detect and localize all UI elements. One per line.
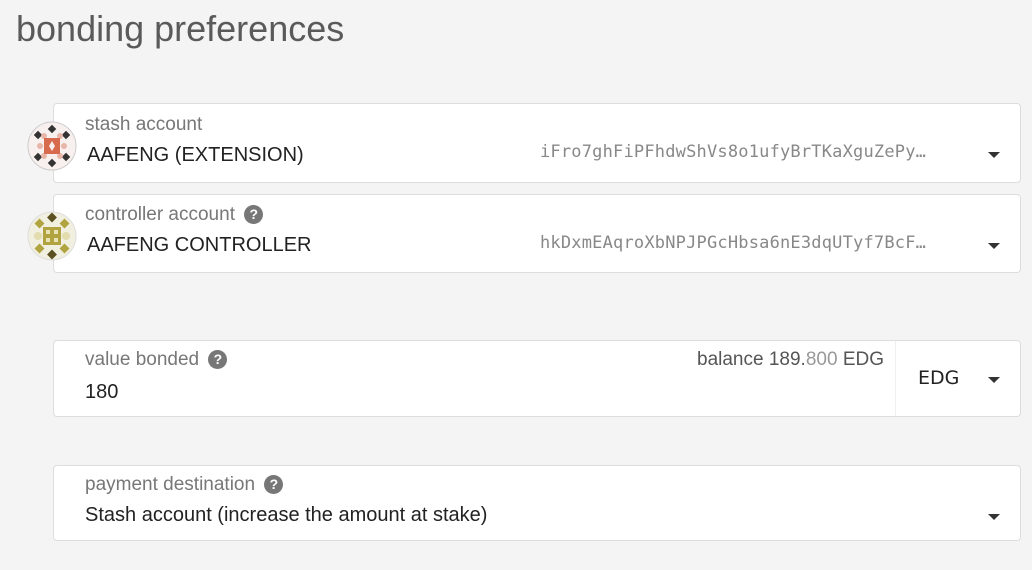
chevron-down-icon <box>988 514 1000 520</box>
payment-destination-label: payment destination ? <box>85 474 284 496</box>
chevron-down-icon <box>988 243 1000 249</box>
balance-display: balance 189.800 EDG <box>697 349 884 370</box>
unit-label: EDG <box>918 367 960 389</box>
controller-account-dropdown[interactable]: controller account ? AAFENG CONTROLLER h… <box>53 194 1021 273</box>
stash-identicon <box>27 121 77 171</box>
controller-account-name: AAFENG CONTROLLER <box>87 234 312 256</box>
stash-account-label: stash account <box>85 114 203 135</box>
value-bonded-input[interactable]: 180 <box>85 381 685 404</box>
payment-destination-value: Stash account (increase the amount at st… <box>85 504 488 526</box>
unit-dropdown[interactable]: EDG <box>895 341 1020 416</box>
help-icon[interactable]: ? <box>208 350 228 369</box>
value-bonded-field: value bonded ? balance 189.800 EDG 180 E… <box>53 340 1021 417</box>
help-icon[interactable]: ? <box>244 205 264 224</box>
payment-destination-dropdown[interactable]: payment destination ? Stash account (inc… <box>53 465 1021 541</box>
value-bonded-label: value bonded ? <box>85 349 228 371</box>
chevron-down-icon <box>988 152 1000 158</box>
stash-account-dropdown[interactable]: stash account AAFENG (EXTENSION) iFro7gh… <box>53 103 1021 183</box>
help-icon[interactable]: ? <box>264 475 284 494</box>
controller-account-address: hkDxmEAqroXbNPJPGcHbsa6nE3dqUTyf7BcF… <box>540 233 927 253</box>
stash-account-name: AAFENG (EXTENSION) <box>87 144 304 166</box>
page-title: bonding preferences <box>16 8 345 49</box>
stash-account-address: iFro7ghFiPFhdwShVs8o1ufyBrTKaXguZePy… <box>540 142 927 162</box>
controller-identicon <box>27 211 77 261</box>
chevron-down-icon <box>988 377 1000 383</box>
controller-account-label: controller account ? <box>85 204 264 226</box>
